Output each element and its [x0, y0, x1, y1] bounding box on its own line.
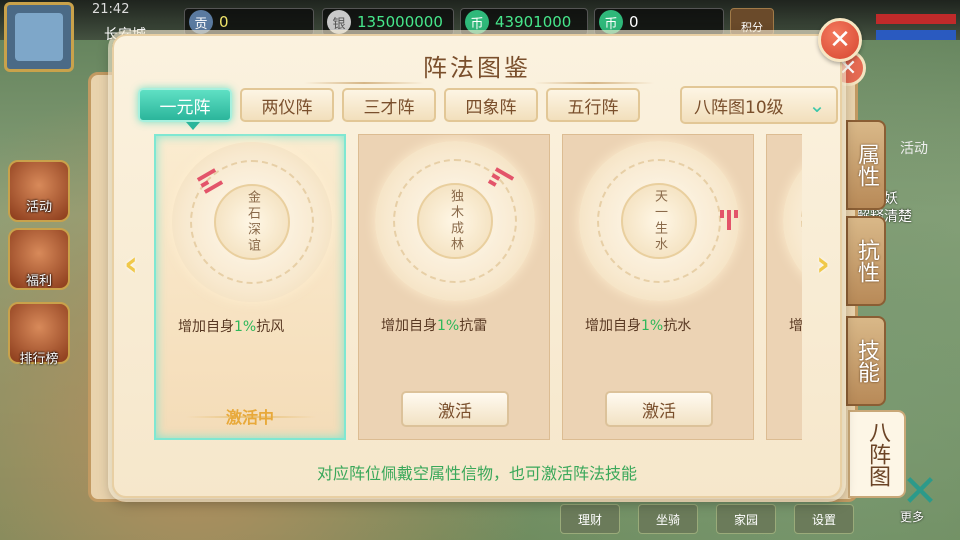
medallion-ring: [801, 159, 802, 283]
tab-liangyi[interactable]: 两仪阵: [240, 88, 334, 122]
formation-medallion: 金石深谊: [172, 142, 332, 302]
trigram-icon: [720, 210, 738, 230]
formation-level-dropdown[interactable]: 八阵图10级 ⌄: [680, 86, 838, 124]
silver-currency[interactable]: 银 135000000: [322, 8, 454, 36]
tab-eight-formation-label: 八阵图: [865, 421, 890, 487]
effect-suffix: 抗水: [663, 318, 692, 334]
settings-button[interactable]: 设置: [794, 504, 854, 534]
hp-bar: [876, 14, 956, 24]
bound-jade-value: 0: [629, 13, 639, 31]
close-icon[interactable]: ✕: [818, 18, 862, 62]
effect-percent: 1%: [234, 319, 257, 335]
formation-effect: 增加自身1%抗雷: [381, 315, 487, 335]
medallion-center: 天一生水: [621, 183, 697, 259]
chevron-down-icon: ⌄: [808, 93, 826, 117]
ranking-button-label: 排行榜: [19, 352, 59, 367]
clock-time: 21:42: [92, 2, 130, 17]
effect-percent: 1%: [437, 318, 460, 334]
tribute-currency[interactable]: 贡 0: [184, 8, 314, 36]
bound-jade-currency[interactable]: 币 0: [594, 8, 724, 36]
effect-prefix: 增: [789, 318, 802, 334]
player-avatar[interactable]: [4, 2, 74, 72]
tab-eight-formation[interactable]: 八阵图: [848, 410, 906, 498]
formation-effect: 增加自身1%抗水: [585, 315, 691, 335]
formation-medallion: 天一生水: [579, 141, 739, 301]
tab-yiyuan[interactable]: 一元阵: [138, 88, 232, 122]
activity-button-label: 活动: [25, 200, 52, 215]
effect-prefix: 增加自身: [178, 319, 234, 335]
tab-skills[interactable]: 技能: [846, 316, 886, 406]
title-ornament-right: [534, 82, 654, 84]
tab-resistance-label: 抗性: [854, 239, 879, 283]
tab-wuxing[interactable]: 五行阵: [546, 88, 640, 122]
activity-tab-label[interactable]: 活动: [900, 138, 928, 158]
activate-button[interactable]: 激活: [401, 391, 509, 427]
more-menu-label: 更多: [900, 510, 925, 524]
tab-attributes-label: 属性: [854, 143, 879, 187]
jade-value: 43901000: [495, 13, 572, 31]
active-tab-pointer: [186, 122, 200, 130]
formation-effect: 增加自身1%抗风: [178, 316, 284, 336]
mp-bar: [876, 30, 956, 40]
activate-button[interactable]: 激活: [605, 391, 713, 427]
avatar-image: [15, 13, 63, 61]
effect-prefix: 增加自身: [585, 318, 641, 334]
effect-suffix: 抗风: [256, 319, 285, 335]
formation-card[interactable]: 天一生水 增加自身1%抗水 激活: [562, 134, 754, 440]
formation-card[interactable]: 金石深谊 增加自身1%抗风 激活中: [154, 134, 346, 440]
tab-skills-label: 技能: [854, 339, 879, 383]
formation-card[interactable]: 增: [766, 134, 802, 440]
tribute-value: 0: [219, 13, 229, 31]
finance-button[interactable]: 理财: [560, 504, 620, 534]
formation-card[interactable]: 独木成林 增加自身1%抗雷 激活: [358, 134, 550, 440]
formation-effect: 增: [789, 315, 802, 335]
formation-card-carousel: 金石深谊 增加自身1%抗风 激活中 独木成林 增加自身1%抗雷 激活 天一生水 …: [154, 134, 802, 440]
formation-inscription: 天一生水: [652, 189, 667, 253]
effect-percent: 1%: [641, 318, 664, 334]
tab-sixiang[interactable]: 四象阵: [444, 88, 538, 122]
dropdown-label: 八阵图10级: [694, 97, 784, 118]
home-button[interactable]: 家园: [716, 504, 776, 534]
silver-ingot-icon: 银: [327, 10, 351, 34]
welfare-button-label: 福利: [25, 274, 52, 289]
next-page-arrow-icon[interactable]: ›: [812, 244, 834, 284]
silver-value: 135000000: [357, 13, 443, 31]
prev-page-arrow-icon[interactable]: ‹: [120, 244, 142, 284]
formation-medallion: 独木成林: [375, 141, 535, 301]
title-ornament-left: [304, 82, 424, 84]
tab-attributes[interactable]: 属性: [846, 120, 886, 210]
mount-button[interactable]: 坐骑: [638, 504, 698, 534]
jade-currency[interactable]: 币 43901000: [460, 8, 588, 36]
medallion-center: 金石深谊: [214, 184, 290, 260]
formation-inscription: 金石深谊: [245, 190, 260, 254]
effect-prefix: 增加自身: [381, 318, 437, 334]
dialog-title: 阵法图鉴: [423, 54, 531, 82]
jade-coin-icon: 币: [465, 10, 489, 34]
tribute-coin-icon: 贡: [189, 10, 213, 34]
medallion-center: 独木成林: [417, 183, 493, 259]
formation-medallion: [783, 141, 802, 301]
points-button[interactable]: 积分: [730, 8, 774, 36]
effect-suffix: 抗雷: [459, 318, 488, 334]
jade-coin-bound-icon: 币: [599, 10, 623, 34]
formation-inscription: 独木成林: [448, 189, 463, 253]
activating-status: 激活中: [225, 408, 274, 427]
tab-sancai[interactable]: 三才阵: [342, 88, 436, 122]
tab-resistance[interactable]: 抗性: [846, 216, 886, 306]
